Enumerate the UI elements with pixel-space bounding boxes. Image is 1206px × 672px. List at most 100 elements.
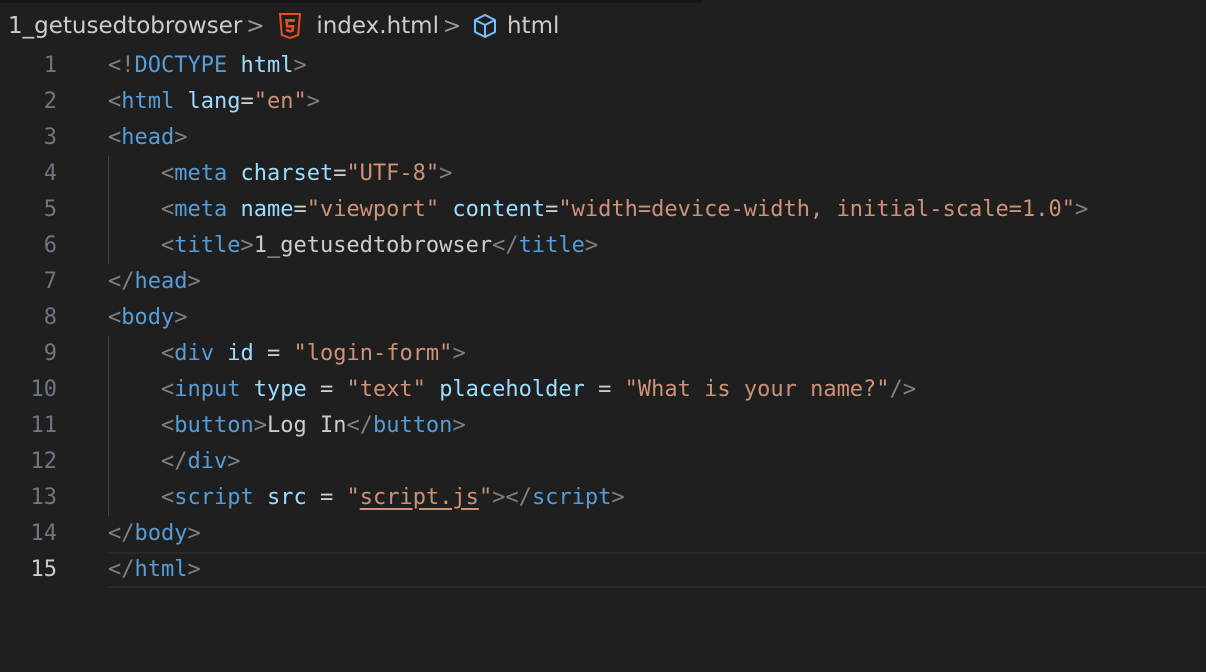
code-token: > <box>1074 197 1089 222</box>
line-number: 6 <box>43 233 57 258</box>
breadcrumb-folder[interactable]: 1_getusedtobrowser <box>8 13 242 39</box>
code-token: ></ <box>492 485 532 510</box>
code-token: < <box>108 125 122 150</box>
code-token: " <box>478 485 493 510</box>
code-token: button <box>372 413 453 438</box>
code-token: < <box>160 197 175 222</box>
code-text: <meta charset="UTF-8"> <box>108 156 452 192</box>
code-token: lang <box>187 89 241 114</box>
code-token: charset <box>240 161 334 186</box>
code-token: </ <box>108 269 135 294</box>
code-text: </head> <box>108 264 201 300</box>
code-token: = <box>306 485 347 510</box>
code-token: script.js <box>359 485 479 510</box>
line-number: 3 <box>43 125 57 150</box>
code-line[interactable]: 14 </body> <box>0 516 1206 552</box>
line-number: 5 <box>43 197 57 222</box>
code-token: > <box>187 269 201 294</box>
breadcrumb-separator: > <box>442 13 462 39</box>
code-token: > <box>174 125 188 150</box>
code-text: </html> <box>108 552 201 588</box>
code-token: html <box>134 557 188 582</box>
code-token: body <box>121 305 175 330</box>
code-token: button <box>174 413 254 438</box>
breadcrumb-file[interactable]: index.html <box>268 13 439 39</box>
line-number: 15 <box>30 557 58 582</box>
code-line[interactable]: 3 <head> <box>0 120 1206 156</box>
code-token: > <box>227 449 241 474</box>
code-token: = <box>293 197 307 222</box>
code-token: < <box>160 341 175 366</box>
code-token: = <box>545 197 559 222</box>
code-token: div <box>187 449 228 474</box>
code-token: = <box>253 341 294 366</box>
code-line[interactable]: 5 <meta name="viewport" content="width=d… <box>0 192 1206 228</box>
code-line[interactable]: 9 <div id = "login-form"> <box>0 336 1206 372</box>
code-token: > <box>611 485 625 510</box>
code-token: input <box>174 377 241 402</box>
code-token: "width=device-width, initial-scale=1.0" <box>558 197 1075 222</box>
line-number: 14 <box>30 521 58 546</box>
code-lines: 1 <!DOCTYPE html> 2 <html lang="en"> 3 <head>… <box>0 48 1206 588</box>
code-token: id <box>227 341 254 366</box>
code-line[interactable]: 7 </head> <box>0 264 1206 300</box>
code-text: </body> <box>108 516 201 552</box>
code-token: Log In <box>266 413 347 438</box>
line-number: 12 <box>30 449 58 474</box>
code-line[interactable]: 13 <script src = "script.js"></script> <box>0 480 1206 516</box>
code-token: meta <box>174 161 228 186</box>
code-text: <html lang="en"> <box>108 84 320 120</box>
code-token: > <box>452 413 466 438</box>
code-line[interactable]: 1 <!DOCTYPE html> <box>0 48 1206 84</box>
code-line[interactable]: 12 </div> <box>0 444 1206 480</box>
code-token: <! <box>108 53 135 78</box>
breadcrumb-symbol[interactable]: html <box>465 12 559 40</box>
code-token: "viewport" <box>306 197 440 222</box>
code-token: script <box>174 485 254 510</box>
code-token: title <box>518 233 585 258</box>
code-token: </ <box>160 449 188 474</box>
code-line[interactable]: 6 <title>1_getusedtobrowser</title> <box>0 228 1206 264</box>
code-token: div <box>174 341 214 366</box>
code-token: < <box>160 377 175 402</box>
code-text: <body> <box>108 300 187 336</box>
code-line[interactable]: 10 <input type = "text" placeholder = "W… <box>0 372 1206 408</box>
code-text: <input type = "text" placeholder = "What… <box>108 372 916 408</box>
line-number: 9 <box>43 341 57 366</box>
code-token: "login-form" <box>293 341 453 366</box>
code-token: = <box>240 89 254 114</box>
code-line[interactable]: 8 <body> <box>0 300 1206 336</box>
code-editor[interactable]: 1 <!DOCTYPE html> 2 <html lang="en"> 3 <head>… <box>0 48 1206 624</box>
code-line[interactable]: 11 <button>Log In</button> <box>0 408 1206 444</box>
code-token: 1_getusedtobrowser <box>253 233 493 258</box>
code-token: > <box>306 89 320 114</box>
code-line[interactable]: 15 </html> <box>0 552 1206 588</box>
code-text: <!DOCTYPE html> <box>108 48 307 84</box>
code-token: < <box>160 161 175 186</box>
code-token: = <box>333 161 347 186</box>
code-token: name <box>240 197 294 222</box>
code-token: html <box>240 53 294 78</box>
code-token: > <box>584 233 599 258</box>
code-token: " <box>346 485 360 510</box>
code-line[interactable]: 2 <html lang="en"> <box>0 84 1206 120</box>
code-line[interactable]: 4 <meta charset="UTF-8"> <box>0 156 1206 192</box>
code-text: <meta name="viewport" content="width=dev… <box>108 192 1088 228</box>
code-text: <script src = "script.js"></script> <box>108 480 625 516</box>
code-token: "UTF-8" <box>346 161 440 186</box>
code-text: <head> <box>108 120 187 156</box>
code-text: <title>1_getusedtobrowser</title> <box>108 228 598 264</box>
code-token: type <box>253 377 307 402</box>
